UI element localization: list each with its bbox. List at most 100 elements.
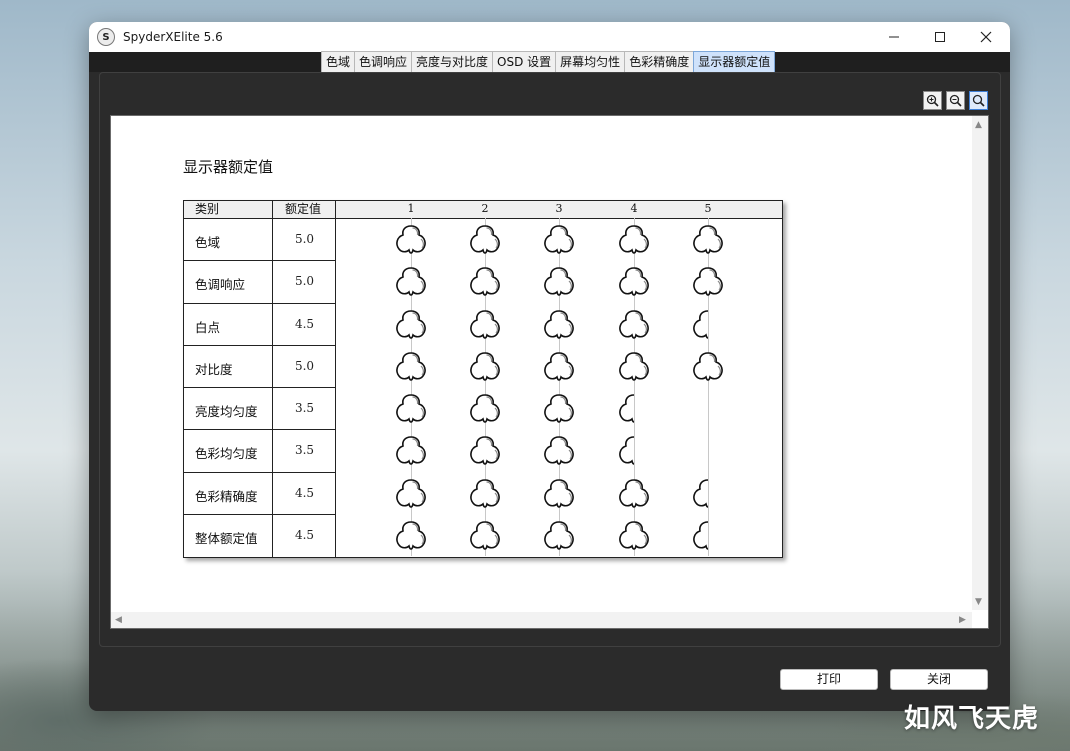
print-button[interactable]: 打印: [780, 669, 878, 690]
rating-full-icon: [544, 351, 574, 381]
scale-label: 2: [481, 202, 489, 215]
rating-full-icon: [396, 436, 426, 466]
tab-bar: 色域 色调响应 亮度与对比度 OSD 设置 屏幕均匀性 色彩精确度 显示器额定值: [321, 51, 776, 73]
rating-full-icon: [544, 225, 574, 254]
row-category: 对比度: [195, 361, 233, 377]
tab-screen-uniformity[interactable]: 屏幕均匀性: [555, 51, 625, 73]
rating-full-icon: [396, 351, 426, 381]
row-rating: 4.5: [294, 527, 315, 542]
row-category: 亮度均匀度: [195, 404, 258, 419]
spyder-s-icon: S: [97, 28, 115, 46]
horizontal-scrollbar[interactable]: ◀ ▶: [111, 612, 972, 628]
rating-full-icon: [396, 520, 426, 550]
rating-full-icon: [544, 309, 574, 339]
close-icon: [980, 31, 992, 43]
rating-full-icon: [396, 394, 426, 423]
report-viewer[interactable]: 显示器额定值 类别 额定值 1 2 3 4 5 色域 5.0 色调响应 5.0 白点 4.5 对比度 5…: [110, 115, 989, 629]
row-rating: 3.5: [294, 443, 315, 458]
vertical-scrollbar[interactable]: ▲ ▼: [972, 116, 988, 610]
rating-full-icon: [693, 267, 723, 297]
rating-half-icon: [693, 520, 708, 550]
row-category: 色彩均匀度: [195, 446, 258, 462]
row-rating: 5.0: [294, 274, 315, 289]
tab-monitor-rating[interactable]: 显示器额定值: [693, 51, 776, 73]
close-button[interactable]: 关闭: [890, 669, 988, 690]
rating-full-icon: [470, 267, 500, 297]
scale-label: 5: [704, 202, 712, 215]
row-category: 色域: [195, 235, 221, 250]
col-divider: [272, 201, 273, 557]
tab-brightness-contrast[interactable]: 亮度与对比度: [411, 51, 493, 73]
rating-full-icon: [396, 267, 426, 297]
scroll-left-icon[interactable]: ◀: [115, 615, 122, 625]
header-category: 类别: [195, 202, 220, 216]
row-category: 白点: [195, 319, 221, 335]
tab-gamut[interactable]: 色域: [321, 51, 355, 73]
zoom-toolbar: [923, 91, 988, 110]
rating-full-icon: [619, 309, 649, 339]
maximize-button[interactable]: [917, 22, 963, 52]
row-rating: 4.5: [294, 485, 315, 500]
row-rating: 4.5: [294, 316, 315, 331]
rating-full-icon: [470, 478, 500, 508]
zoom-out-icon: [949, 94, 962, 107]
zoom-in-button[interactable]: [923, 91, 942, 110]
tab-color-accuracy[interactable]: 色彩精确度: [624, 51, 694, 73]
rating-full-icon: [544, 478, 574, 508]
col-divider: [335, 201, 336, 557]
row-divider: [184, 429, 336, 431]
rating-full-icon: [619, 225, 649, 254]
watermark-text: 如风飞天虎: [904, 704, 1040, 734]
tab-tone-response[interactable]: 色调响应: [354, 51, 412, 73]
rating-full-icon: [693, 351, 723, 381]
rating-full-icon: [544, 267, 574, 297]
rating-half-icon: [693, 478, 708, 508]
window-title: SpyderXElite 5.6: [123, 30, 223, 44]
app-window: S SpyderXElite 5.6 色域 色调响应 亮度与对比度 OSD 设置…: [89, 22, 1010, 711]
rating-full-icon: [619, 478, 649, 508]
report-title: 显示器额定值: [183, 158, 274, 176]
close-window-button[interactable]: [963, 22, 1009, 52]
rating-full-icon: [619, 351, 649, 381]
rating-half-icon: [619, 394, 634, 423]
rating-full-icon: [470, 351, 500, 381]
rating-table: 类别 额定值 1 2 3 4 5 色域 5.0 色调响应 5.0 白点 4.5 对比度 5.0 亮度均匀度…: [183, 200, 783, 558]
scroll-right-icon[interactable]: ▶: [959, 615, 966, 625]
rating-full-icon: [544, 394, 574, 423]
rating-full-icon: [470, 436, 500, 466]
minimize-button-2[interactable]: [871, 22, 917, 52]
rating-full-icon: [396, 309, 426, 339]
rating-half-icon: [693, 309, 708, 339]
row-divider: [184, 344, 336, 346]
maximize-icon: [935, 32, 945, 42]
row-divider: [184, 513, 336, 515]
scroll-up-icon[interactable]: ▲: [975, 120, 982, 130]
scale-label: 1: [407, 202, 415, 215]
zoom-fit-button[interactable]: [969, 91, 988, 110]
zoom-in-icon: [926, 94, 939, 107]
header-rating: 额定值: [285, 202, 322, 216]
row-category: 整体额定值: [195, 530, 258, 546]
rating-full-icon: [619, 267, 649, 297]
row-rating: 5.0: [294, 232, 315, 246]
rating-full-icon: [544, 520, 574, 550]
scale-label: 3: [555, 202, 563, 215]
rating-full-icon: [470, 225, 500, 254]
rating-full-icon: [619, 520, 649, 550]
row-category: 色彩精确度: [195, 488, 258, 504]
row-divider: [184, 387, 336, 388]
zoom-fit-icon: [972, 94, 985, 107]
zoom-out-button[interactable]: [946, 91, 965, 110]
tab-osd-settings[interactable]: OSD 设置: [492, 51, 556, 73]
rating-full-icon: [396, 225, 426, 254]
scroll-down-icon[interactable]: ▼: [975, 597, 982, 607]
row-rating: 5.0: [294, 358, 315, 373]
row-divider: [184, 302, 336, 304]
rating-full-icon: [544, 436, 574, 466]
row-category: 色调响应: [195, 277, 246, 293]
rating-full-icon: [470, 394, 500, 423]
rating-full-icon: [396, 478, 426, 508]
rating-full-icon: [693, 225, 723, 254]
scale-label: 4: [630, 202, 638, 215]
rating-full-icon: [470, 309, 500, 339]
